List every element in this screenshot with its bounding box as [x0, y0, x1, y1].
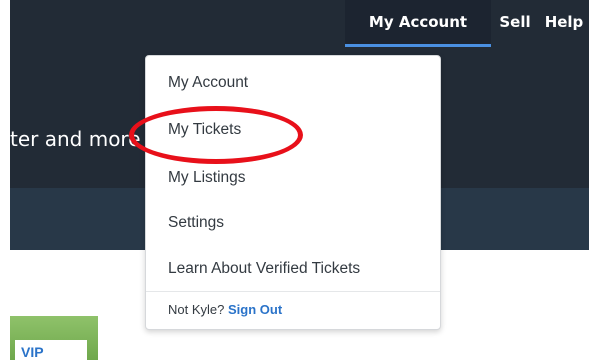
menu-item-learn-verified[interactable]: Learn About Verified Tickets	[168, 260, 360, 278]
account-dropdown-menu: My Account My Tickets My Listings Settin…	[145, 55, 441, 330]
not-user-prefix: Not Kyle?	[168, 302, 225, 317]
top-navigation: My Account Sell Help	[345, 0, 589, 50]
not-user-text: Not Kyle? Sign Out	[168, 302, 282, 317]
menu-item-settings[interactable]: Settings	[168, 214, 224, 232]
menu-footer: Not Kyle? Sign Out	[146, 291, 440, 330]
hero-text: ter and more	[10, 127, 141, 151]
nav-my-account[interactable]: My Account	[345, 0, 491, 47]
nav-help[interactable]: Help	[539, 0, 589, 44]
menu-item-my-tickets[interactable]: My Tickets	[168, 121, 241, 139]
nav-sell[interactable]: Sell	[491, 0, 539, 44]
vip-badge: VIP	[15, 340, 87, 364]
sign-out-link[interactable]: Sign Out	[228, 302, 282, 317]
menu-item-my-account[interactable]: My Account	[168, 74, 248, 92]
page-left-strip	[0, 0, 10, 360]
event-card-thumbnail[interactable]: VIP	[10, 316, 98, 364]
menu-item-my-listings[interactable]: My Listings	[168, 169, 246, 187]
